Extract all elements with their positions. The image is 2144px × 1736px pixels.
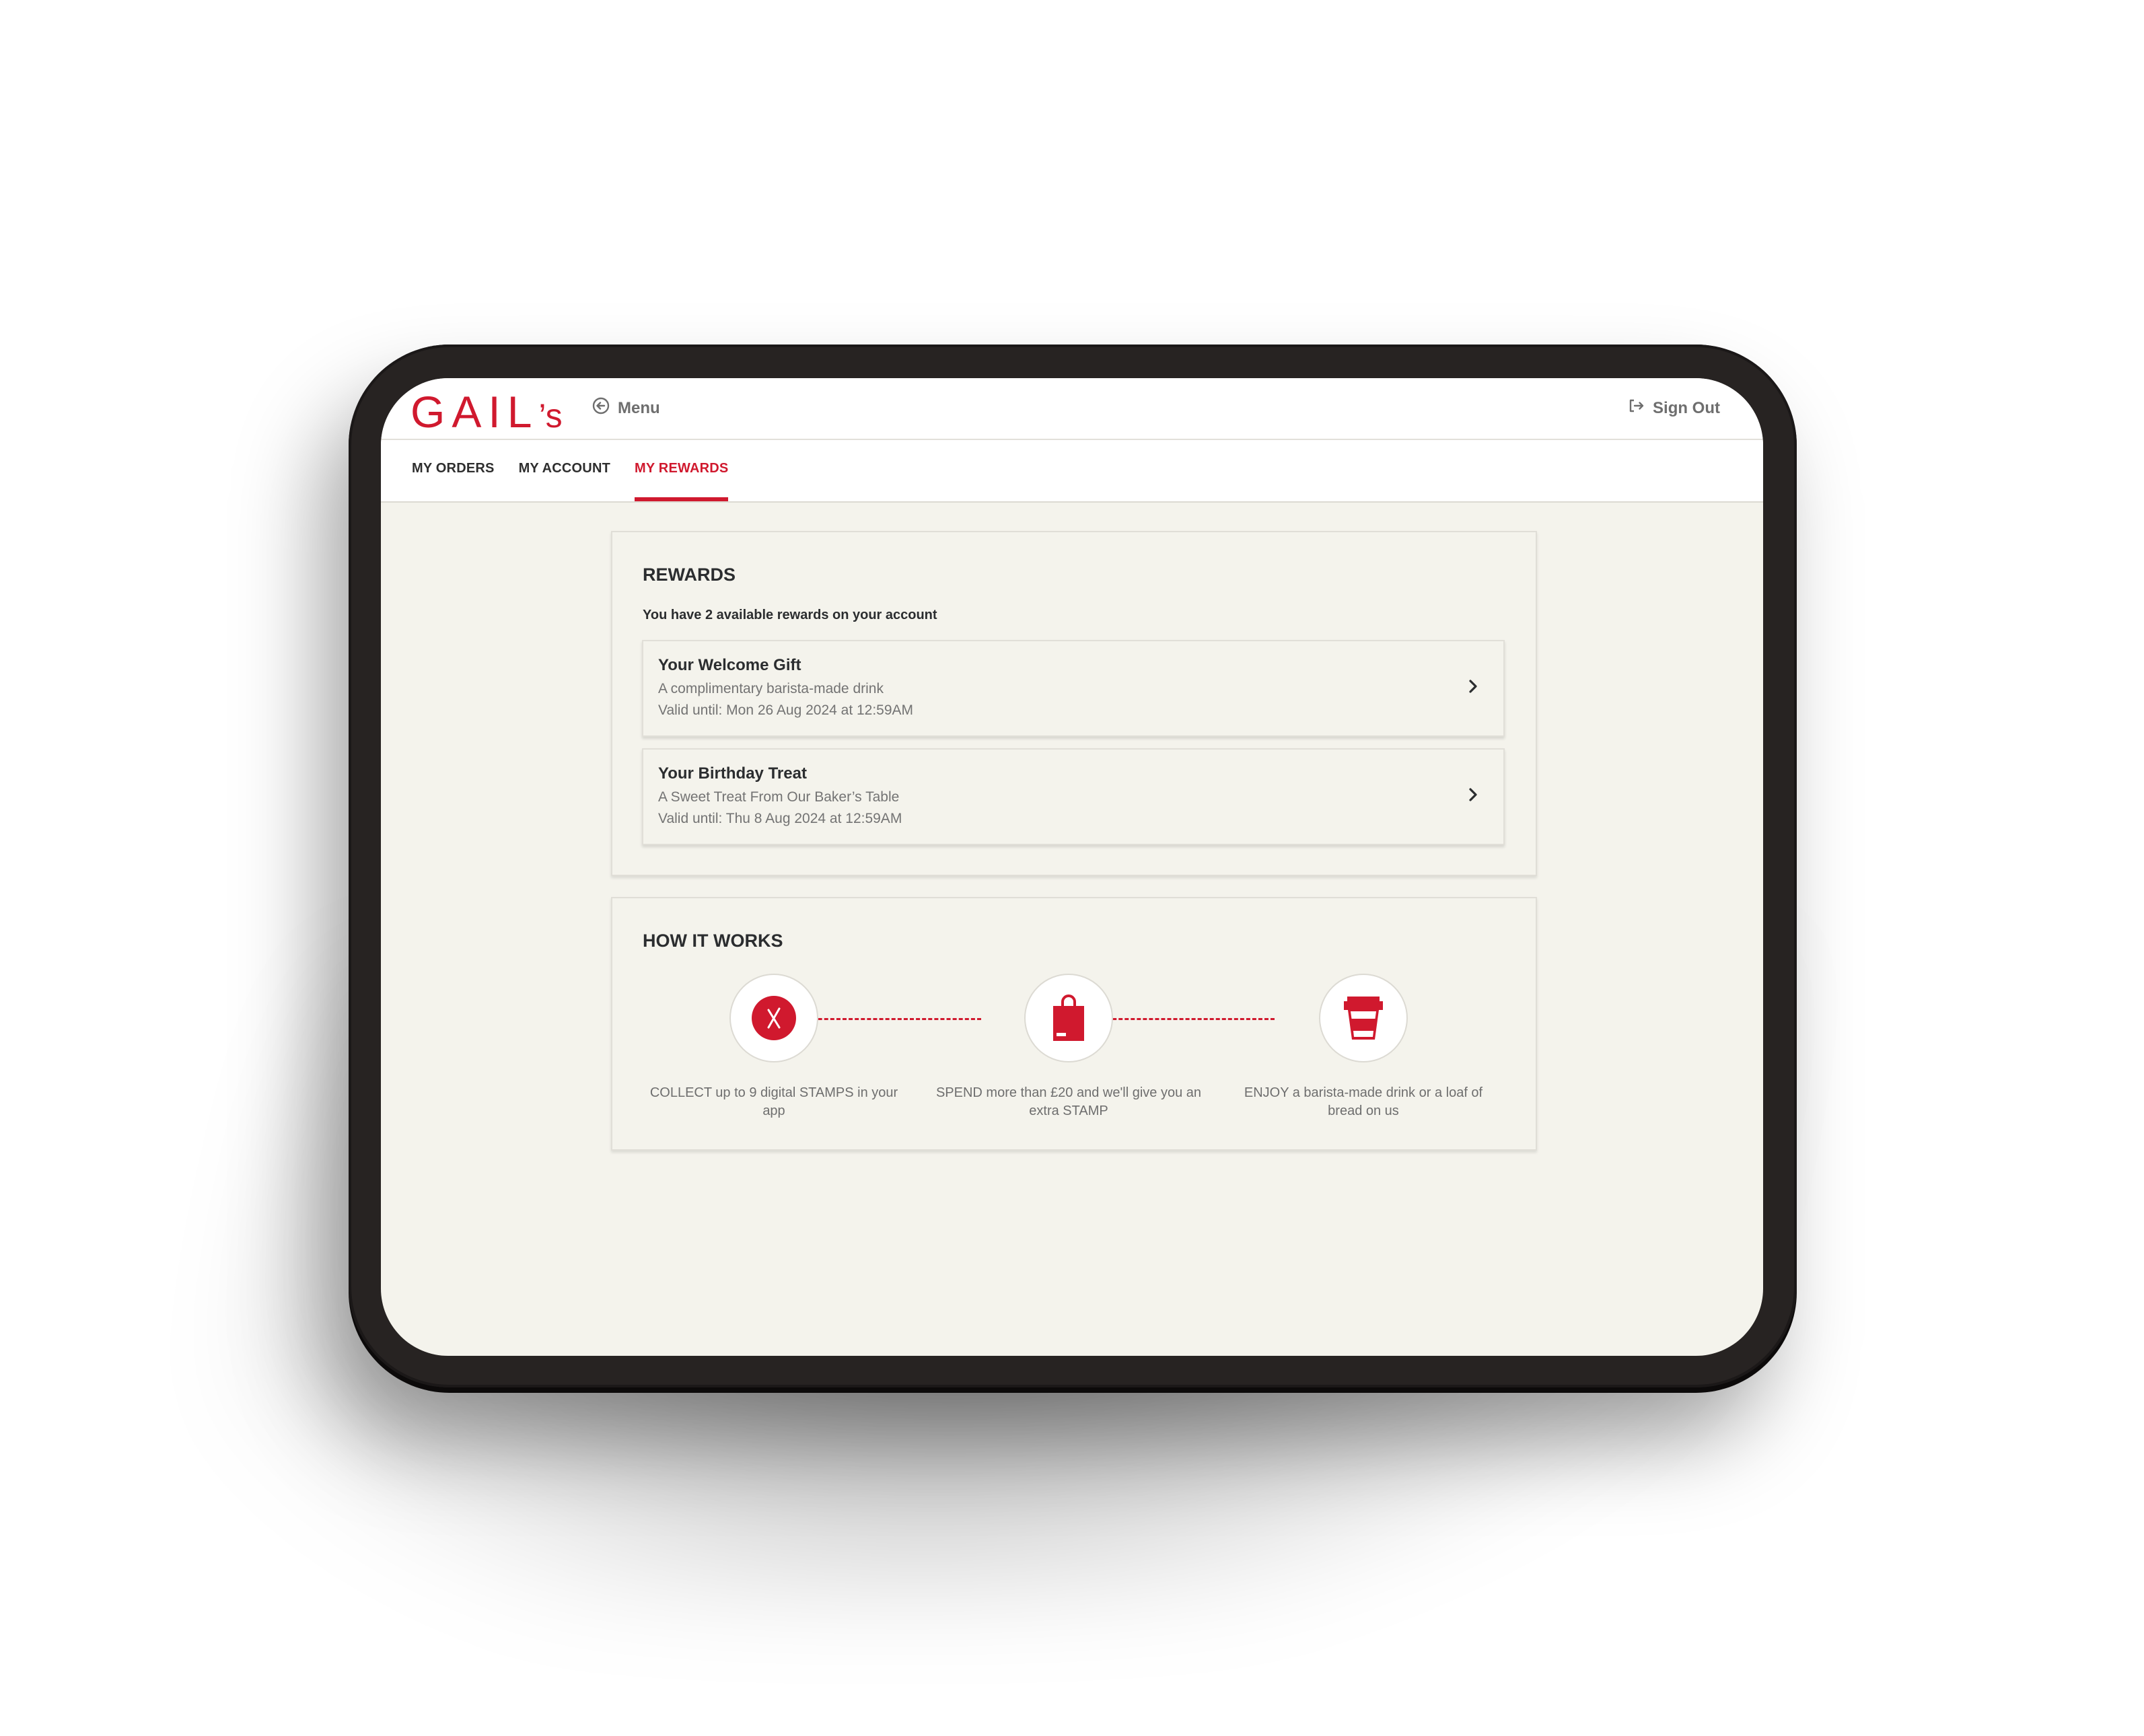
rewards-title: REWARDS — [643, 565, 736, 585]
stamp-icon — [752, 996, 796, 1040]
coffee-cup-icon — [1344, 997, 1383, 1040]
how-it-works-steps: COLLECT up to 9 digital STAMPS in your a… — [612, 974, 1536, 1122]
tab-my-account[interactable]: MY ACCOUNT — [519, 440, 610, 501]
reward-description: A Sweet Treat From Our Baker’s Table — [658, 789, 900, 805]
top-bar: GAIL’s Menu Sign Out — [381, 378, 1763, 440]
reward-item-birthday-treat[interactable]: Your Birthday Treat A Sweet Treat From O… — [642, 748, 1505, 845]
rewards-card: REWARDS You have 2 available rewards on … — [611, 531, 1537, 876]
menu-button[interactable]: Menu — [592, 397, 660, 419]
sign-out-label: Sign Out — [1653, 398, 1720, 417]
gails-logo[interactable]: GAIL’s — [410, 386, 563, 437]
step-spend-circle — [1024, 974, 1113, 1062]
step-enjoy-circle — [1319, 974, 1408, 1062]
tab-my-rewards[interactable]: MY REWARDS — [635, 440, 729, 501]
tab-my-orders[interactable]: MY ORDERS — [412, 440, 495, 501]
step-spend-text: SPEND more than £20 and we'll give you a… — [935, 1085, 1202, 1118]
how-it-works-card: HOW IT WORKS COLLECT up to 9 digital STA… — [611, 897, 1537, 1151]
menu-label: Menu — [618, 398, 660, 417]
step-collect-text: COLLECT up to 9 digital STAMPS in your a… — [649, 1085, 898, 1118]
shopping-bag-icon — [1053, 994, 1084, 1041]
reward-title: Your Birthday Treat — [658, 764, 807, 783]
reward-item-welcome-gift[interactable]: Your Welcome Gift A complimentary barist… — [642, 640, 1505, 737]
reward-valid-until: Valid until: Thu 8 Aug 2024 at 12:59AM — [658, 811, 902, 826]
logo-text: GAIL — [410, 387, 539, 437]
rewards-summary: You have 2 available rewards on your acc… — [643, 608, 937, 622]
chevron-right-icon[interactable] — [1463, 676, 1483, 696]
sign-out-icon — [1629, 398, 1645, 418]
reward-description: A complimentary barista-made drink — [658, 681, 884, 696]
chevron-right-icon[interactable] — [1463, 785, 1483, 805]
step-enjoy-text: ENJOY a barista-made drink or a loaf of … — [1244, 1085, 1483, 1118]
reward-title: Your Welcome Gift — [658, 656, 801, 674]
circle-arrow-left-icon — [592, 397, 610, 419]
tablet-screen: GAIL’s Menu Sign Out MY ORDERS MY ACCOUN… — [381, 378, 1763, 1356]
logo-suffix: ’s — [538, 397, 563, 435]
page-header: GAIL’s Menu Sign Out MY ORDERS MY ACCOUN… — [381, 378, 1763, 503]
how-it-works-title: HOW IT WORKS — [643, 931, 783, 951]
step-collect-circle — [729, 974, 818, 1062]
account-tabs: MY ORDERS MY ACCOUNT MY REWARDS — [412, 440, 729, 501]
reward-valid-until: Valid until: Mon 26 Aug 2024 at 12:59AM — [658, 702, 914, 718]
sign-out-button[interactable]: Sign Out — [1629, 398, 1720, 418]
